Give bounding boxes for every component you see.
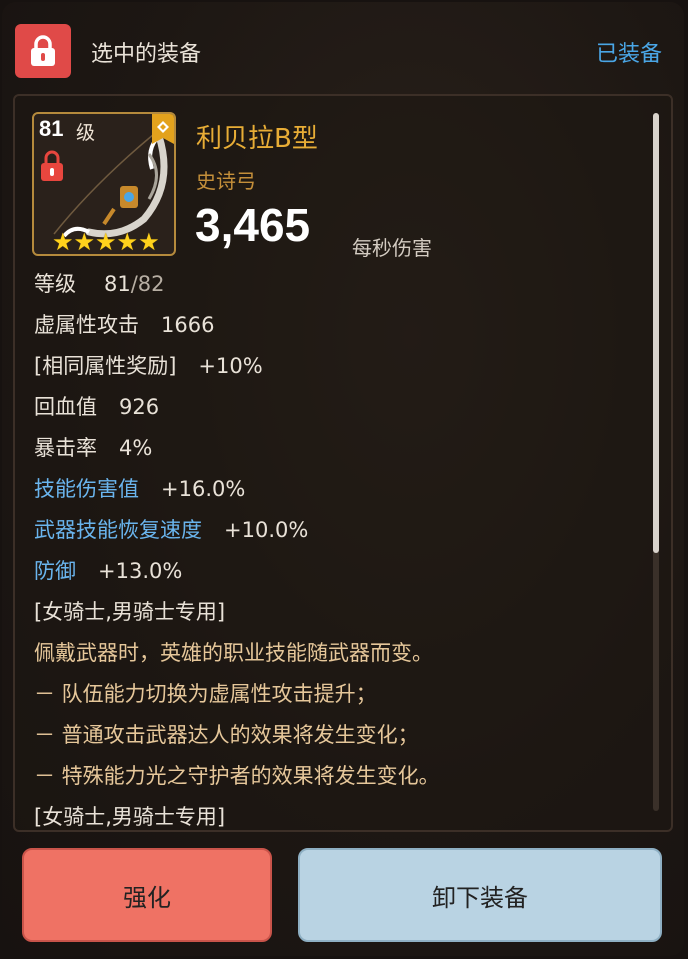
scrollbar[interactable] [653, 113, 659, 811]
weapon-effect-1: － 队伍能力切换为虚属性攻击提升； [34, 682, 377, 706]
stat-label: 等级 [34, 272, 76, 296]
lock-icon [31, 35, 55, 66]
star-rating: ★ ★ ★ ★ ★ [52, 230, 160, 254]
item-name: 利贝拉B型 [196, 124, 318, 154]
equipped-status: 已装备 [595, 42, 662, 67]
class-restriction: [女骑士,男骑士专用] [34, 805, 226, 829]
lock-button[interactable] [15, 24, 71, 78]
stat-value: 81/82 [104, 272, 165, 296]
stat-crit-rate: 暴击率 4% [34, 432, 152, 462]
stat-value: +13.0% [98, 559, 183, 583]
grade-current: 81 [104, 272, 131, 296]
card-lock-icon [41, 150, 63, 181]
stat-weapon-skill-recovery: 武器技能恢复速度 +10.0% [34, 514, 308, 544]
stat-value: +16.0% [161, 477, 246, 501]
weapon-description: 佩戴武器时，英雄的职业技能随武器而变。 [34, 641, 433, 665]
stat-defense: 防御 +13.0% [34, 555, 182, 585]
star-icon: ★ [95, 228, 117, 256]
scrollbar-thumb[interactable] [653, 113, 659, 553]
panel-title: 选中的装备 [91, 42, 202, 67]
stat-label: 虚属性攻击 [34, 313, 139, 337]
stat-label: 防御 [34, 559, 76, 583]
stat-grade: 等级 81/82 [34, 268, 165, 298]
stat-value: 926 [119, 395, 160, 419]
header: 选中的装备 已装备 [0, 0, 688, 92]
star-icon: ★ [116, 228, 139, 256]
stat-value: +10.0% [224, 518, 309, 542]
stat-value: 1666 [161, 313, 215, 337]
stat-label: 技能伤害值 [34, 477, 139, 501]
star-icon: ★ [138, 228, 160, 256]
stat-same-attr-bonus: [相同属性奖励] +10% [34, 350, 263, 380]
stat-label: 暴击率 [34, 436, 97, 460]
class-restriction: [女骑士,男骑士专用] [34, 600, 226, 624]
item-level: 81 [39, 116, 64, 141]
item-level-unit: 级 [76, 122, 96, 144]
upgrade-button[interactable]: 强化 [22, 848, 272, 942]
grade-max: /82 [130, 272, 165, 296]
stat-hp-regen: 回血值 926 [34, 391, 159, 421]
item-icon-card[interactable]: 81 级 ★ ★ ★ ★ ★ [32, 112, 176, 256]
stat-label: [相同属性奖励] [34, 354, 177, 378]
dps-value: 3,465 [195, 199, 311, 251]
stat-skill-damage: 技能伤害值 +16.0% [34, 473, 245, 503]
unequip-button[interactable]: 卸下装备 [298, 848, 662, 942]
stat-value: 4% [119, 436, 153, 460]
stat-value: +10% [198, 354, 263, 378]
stat-label: 回血值 [34, 395, 97, 419]
weapon-effect-2: － 普通攻击武器达人的效果将发生变化； [34, 723, 419, 747]
stat-label: 武器技能恢复速度 [34, 518, 202, 542]
stat-void-attack: 虚属性攻击 1666 [34, 309, 214, 339]
item-type: 史诗弓 [196, 169, 256, 193]
weapon-effect-3: － 特殊能力光之守护者的效果将发生变化。 [34, 764, 440, 788]
star-icon: ★ [73, 228, 96, 256]
dps-label: 每秒伤害 [352, 236, 432, 260]
star-icon: ★ [52, 228, 74, 256]
